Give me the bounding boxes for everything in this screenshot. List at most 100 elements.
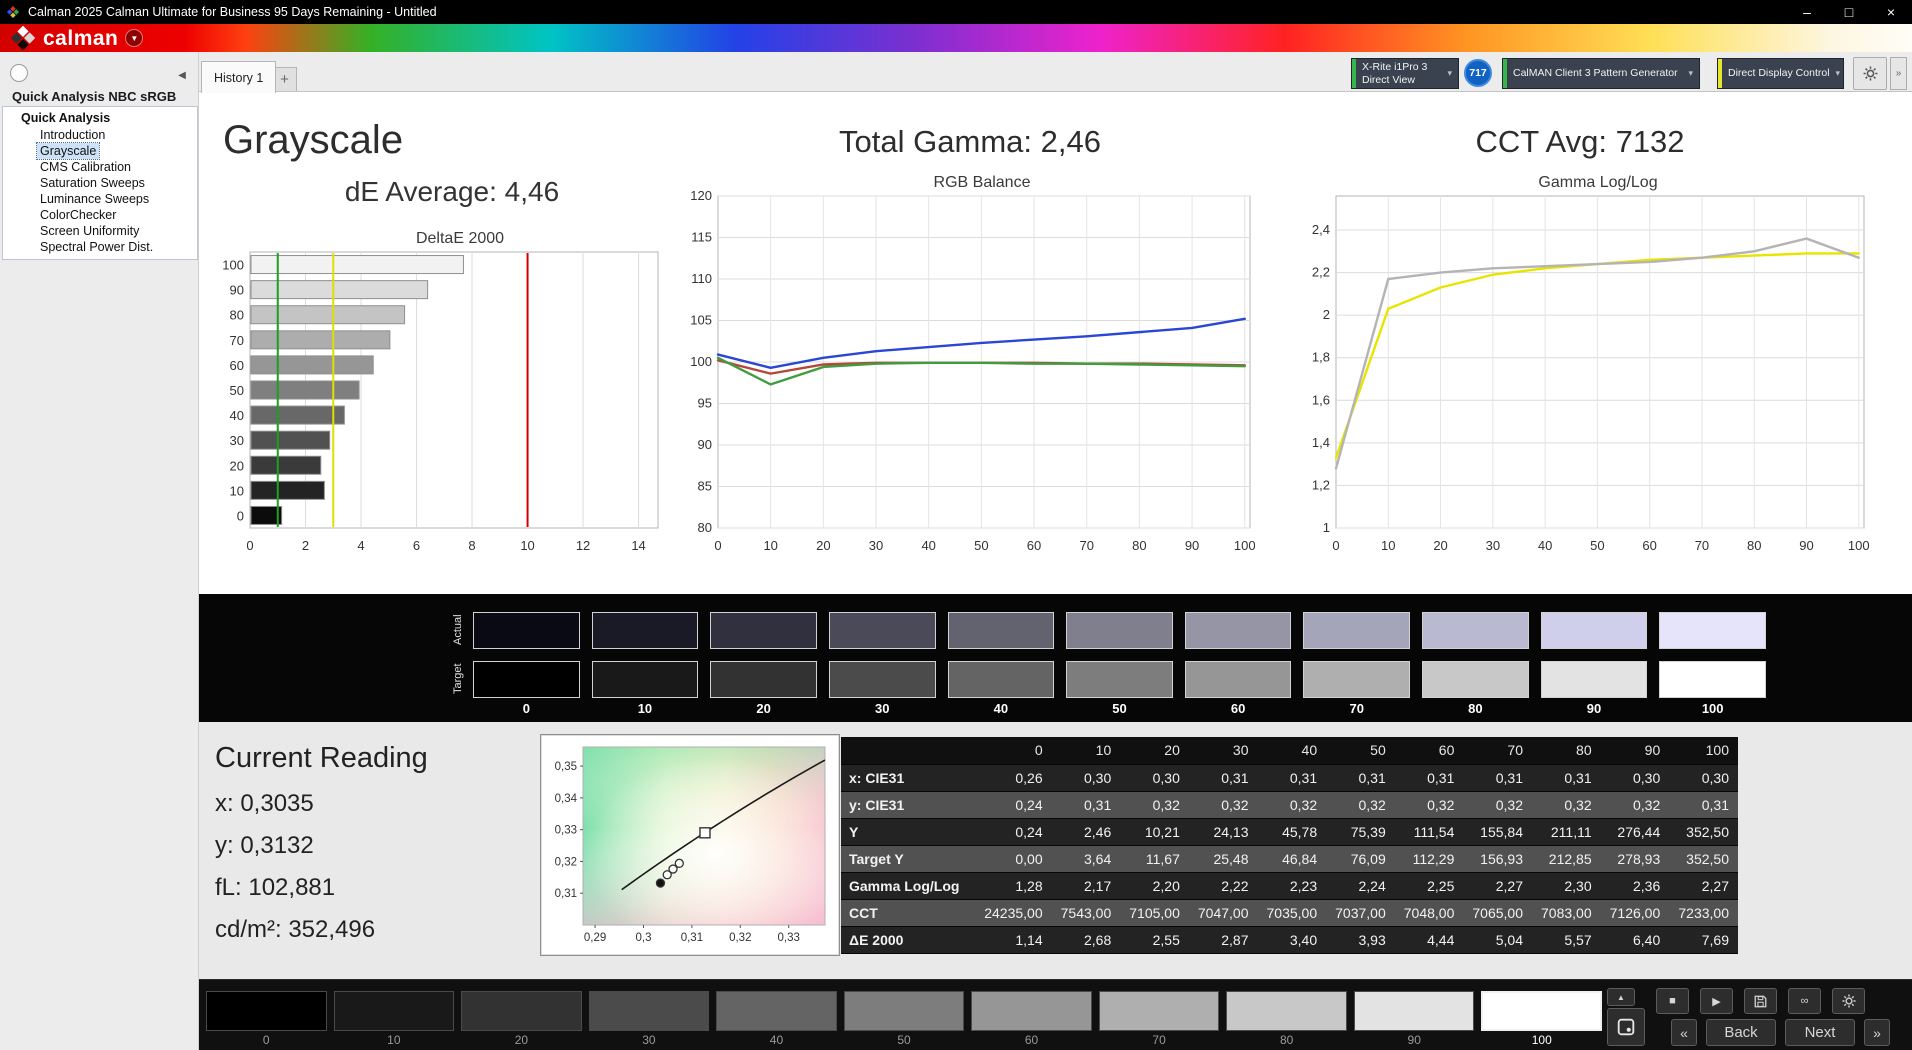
svg-text:85: 85 — [698, 479, 712, 494]
pattern-patch-60[interactable] — [971, 991, 1092, 1031]
loop-button[interactable]: ∞ — [1788, 988, 1821, 1014]
svg-text:0,29: 0,29 — [584, 932, 606, 944]
svg-text:90: 90 — [230, 283, 244, 298]
svg-text:80: 80 — [698, 520, 712, 535]
actual-patch — [1422, 612, 1529, 649]
results-row-y-cie31: y: CIE310,240,310,320,320,320,320,320,32… — [841, 791, 1738, 818]
svg-text:100: 100 — [222, 258, 244, 273]
chevron-down-icon: ▾ — [1682, 68, 1699, 79]
sidebar-item-cms-calibration[interactable]: CMS Calibration — [37, 159, 134, 175]
results-row-cct: CCT24235,007543,007105,007047,007035,007… — [841, 899, 1738, 926]
chevron-right-double-icon[interactable]: » — [1864, 1019, 1890, 1046]
tab-history-1[interactable]: History 1 — [201, 61, 276, 93]
sidebar-item-colorchecker[interactable]: ColorChecker — [37, 207, 119, 223]
pattern-generator-dropdown[interactable]: CalMAN Client 3 Pattern Generator ▾ — [1502, 58, 1700, 89]
results-row--e-2000: ΔE 20001,142,682,552,873,403,934,445,045… — [841, 926, 1738, 953]
actual-patch — [1541, 612, 1648, 649]
svg-text:8: 8 — [468, 538, 475, 553]
svg-text:10: 10 — [763, 538, 777, 553]
results-row-target-y: Target Y0,003,6411,6725,4846,8476,09112,… — [841, 845, 1738, 872]
next-button[interactable]: Next — [1785, 1019, 1855, 1046]
pattern-up-button[interactable]: ▲ — [1607, 988, 1635, 1006]
stop-button[interactable]: ■ — [1656, 988, 1689, 1014]
pattern-patch-80[interactable] — [1226, 991, 1347, 1031]
pattern-cell: 30 — [589, 991, 710, 1047]
sidebar-item-introduction[interactable]: Introduction — [37, 127, 108, 143]
sidebar-item-spectral-power-dist-[interactable]: Spectral Power Dist. — [37, 239, 156, 255]
minimize-button[interactable]: – — [1786, 0, 1828, 24]
svg-text:1: 1 — [1323, 520, 1330, 535]
svg-text:80: 80 — [1132, 538, 1146, 553]
meter-name: X-Rite i1Pro 3 — [1362, 61, 1427, 74]
display-accent-bar — [1718, 59, 1722, 88]
tab-label: History 1 — [214, 71, 263, 85]
settings-button[interactable] — [1832, 988, 1865, 1014]
total-gamma-heading: Total Gamma: 2,46 — [690, 124, 1250, 160]
pattern-patch-0[interactable] — [206, 991, 327, 1031]
brand-ribbon — [0, 24, 1912, 52]
target-patch — [948, 661, 1055, 698]
pattern-patch-70[interactable] — [1099, 991, 1220, 1031]
svg-text:1,8: 1,8 — [1312, 350, 1330, 365]
gear-icon — [1862, 65, 1879, 82]
back-button[interactable]: Back — [1706, 1019, 1776, 1046]
pattern-cell: 80 — [1226, 991, 1347, 1047]
calman-diamond-icon — [10, 25, 36, 51]
pattern-cell: 50 — [844, 991, 965, 1047]
svg-text:2: 2 — [302, 538, 309, 553]
svg-text:10: 10 — [520, 538, 534, 553]
cct-avg-heading: CCT Avg: 7132 — [1310, 124, 1850, 160]
de-average-label: dE Average: 4,46 — [252, 176, 652, 208]
sidebar-item-luminance-sweeps[interactable]: Luminance Sweeps — [37, 191, 152, 207]
settings-gear-button[interactable] — [1853, 57, 1887, 90]
pattern-patch-label: 100 — [1481, 1033, 1602, 1047]
results-row-x-cie31: x: CIE310,260,300,300,310,310,310,310,31… — [841, 764, 1738, 791]
maximize-button[interactable]: □ — [1828, 0, 1870, 24]
pattern-cell: 100 — [1481, 991, 1602, 1047]
pattern-patch-100[interactable] — [1481, 991, 1602, 1031]
pattern-patch-10[interactable] — [334, 991, 455, 1031]
sidebar-item-screen-uniformity[interactable]: Screen Uniformity — [37, 223, 142, 239]
source-name: CalMAN Client 3 Pattern Generator — [1513, 67, 1678, 80]
pattern-patch-20[interactable] — [461, 991, 582, 1031]
sidebar-tree: Quick AnalysisIntroductionGrayscaleCMS C… — [2, 106, 198, 260]
toolbar-more-button[interactable]: » — [1890, 57, 1907, 90]
current-reading-y: y: 0,3132 — [215, 832, 314, 860]
chevron-left-double-icon[interactable]: « — [1671, 1019, 1697, 1046]
swatch-column-label: 60 — [1185, 701, 1292, 716]
svg-text:80: 80 — [230, 308, 244, 323]
svg-text:40: 40 — [230, 408, 244, 423]
svg-text:0,33: 0,33 — [555, 825, 577, 837]
meter-dropdown[interactable]: X-Rite i1Pro 3 Direct View ▾ — [1351, 58, 1459, 89]
pattern-patch-label: 60 — [971, 1033, 1092, 1047]
sidebar-item-quick-analysis[interactable]: Quick Analysis — [3, 110, 197, 127]
svg-text:2: 2 — [1323, 307, 1330, 322]
gamma-loglog-chart: 11,21,41,61,822,22,401020304050607080901… — [1294, 186, 1882, 558]
brand-menu-button[interactable]: ▼ — [125, 29, 143, 47]
svg-text:0: 0 — [237, 508, 244, 523]
svg-text:40: 40 — [1538, 538, 1552, 553]
svg-text:50: 50 — [974, 538, 988, 553]
pattern-window-button[interactable] — [1607, 1008, 1645, 1046]
pattern-cell: 70 — [1099, 991, 1220, 1047]
sidebar-item-grayscale[interactable]: Grayscale — [37, 143, 99, 159]
cie-chart-panel: 0,310,320,330,340,350,290,30,310,320,33 — [540, 734, 840, 956]
svg-text:2,4: 2,4 — [1312, 222, 1330, 237]
actual-patch — [1185, 612, 1292, 649]
save-button[interactable] — [1744, 988, 1777, 1014]
svg-text:0,31: 0,31 — [681, 932, 703, 944]
chevron-down-icon: ▾ — [1830, 68, 1844, 79]
svg-text:100: 100 — [690, 354, 712, 369]
sidebar-options-button[interactable] — [10, 64, 28, 82]
pattern-patch-50[interactable] — [844, 991, 965, 1031]
window-controls: – □ × — [1786, 0, 1912, 24]
pattern-patch-40[interactable] — [716, 991, 837, 1031]
sidebar-collapse-button[interactable]: ◀ — [172, 66, 192, 84]
close-button[interactable]: × — [1870, 0, 1912, 24]
pattern-patch-30[interactable] — [589, 991, 710, 1031]
display-control-dropdown[interactable]: Direct Display Control ▾ — [1717, 58, 1844, 89]
sidebar-item-saturation-sweeps[interactable]: Saturation Sweeps — [37, 175, 148, 191]
svg-text:10: 10 — [1381, 538, 1395, 553]
play-button[interactable]: ▶ — [1700, 988, 1733, 1014]
pattern-patch-90[interactable] — [1354, 991, 1475, 1031]
